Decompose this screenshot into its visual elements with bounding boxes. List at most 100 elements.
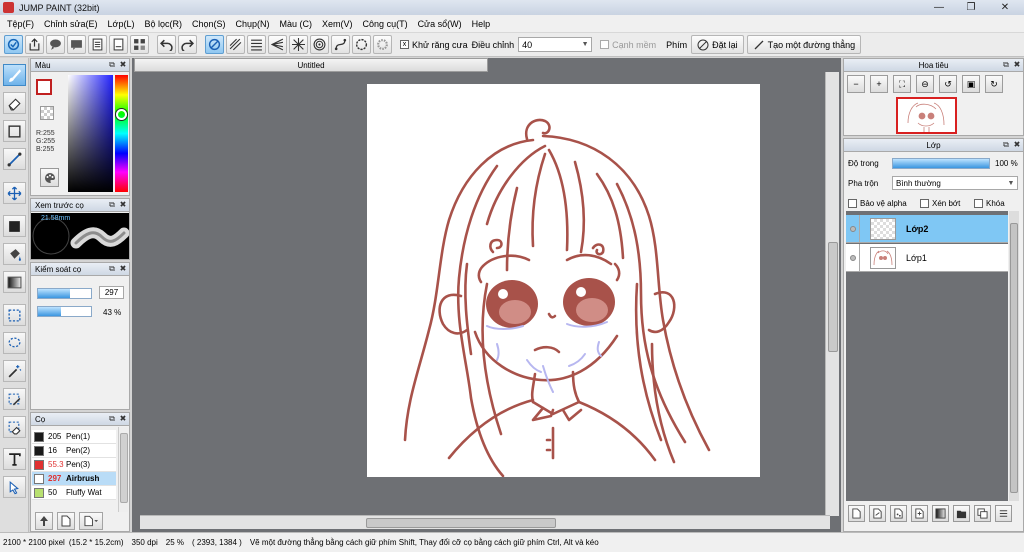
gear-ruler-icon[interactable] [373, 35, 392, 54]
menu-window[interactable]: Cửa sổ(W) [413, 19, 467, 29]
restore-button[interactable]: ❐ [958, 0, 984, 15]
move-tool-icon[interactable] [3, 182, 26, 204]
radial-lines-icon[interactable] [289, 35, 308, 54]
folder-icon[interactable] [953, 505, 970, 522]
visibility-toggle-icon[interactable] [846, 214, 860, 243]
protect-alpha-option[interactable]: Bảo vệ alpha [848, 199, 907, 208]
layers-scrollbar[interactable] [1009, 211, 1019, 501]
navigator-thumbnail[interactable] [896, 97, 957, 134]
artboard[interactable] [367, 84, 760, 477]
undo-icon[interactable] [157, 35, 176, 54]
brush-size-slider[interactable] [37, 288, 92, 299]
visibility-toggle-icon[interactable] [846, 243, 860, 272]
operation-tool-icon[interactable] [3, 476, 26, 498]
close-icon[interactable]: ✖ [118, 264, 128, 274]
menu-color[interactable]: Màu (C) [275, 19, 318, 29]
brush-mode-icon[interactable] [4, 35, 23, 54]
new-folder-icon[interactable] [911, 505, 928, 522]
brush-tool-icon[interactable] [3, 64, 26, 86]
menu-tools[interactable]: Công cụ(T) [358, 19, 413, 29]
saturation-value-picker[interactable] [68, 75, 113, 192]
new-halftone-layer-icon[interactable] [890, 505, 907, 522]
gradient-tool-icon[interactable] [3, 271, 26, 293]
magic-wand-tool-icon[interactable] [3, 360, 26, 382]
minimize-button[interactable]: — [926, 0, 952, 15]
circle-ruler-icon[interactable] [352, 35, 371, 54]
canvas-horizontal-scrollbar[interactable] [140, 515, 830, 529]
dock-icon[interactable]: ⧉ [1001, 140, 1011, 150]
blend-mode-select[interactable]: Bình thường ▼ [892, 176, 1018, 190]
select-pen-tool-icon[interactable] [3, 388, 26, 410]
clip-option[interactable]: Xén bớt [920, 199, 960, 208]
brush-add-button[interactable] [35, 512, 53, 530]
new-layer-icon[interactable] [848, 505, 865, 522]
menu-filter[interactable]: Bộ lọc(R) [139, 19, 187, 29]
layer-row-selected[interactable]: Lớp2 [846, 214, 1008, 243]
palette-button[interactable] [40, 168, 59, 187]
brush-opacity-slider[interactable] [37, 306, 92, 317]
layer-row[interactable]: Lớp1 [846, 243, 1008, 272]
canvas-horizontal-scroll-thumb[interactable] [366, 518, 556, 528]
rect-select-tool-icon[interactable] [3, 304, 26, 326]
parallel-ruler-icon[interactable] [226, 35, 245, 54]
new-vector-layer-icon[interactable] [869, 505, 886, 522]
tone-layer-icon[interactable] [932, 505, 949, 522]
export-icon[interactable] [25, 35, 44, 54]
line-tool-icon[interactable] [3, 148, 26, 170]
brush-item[interactable]: 50 Fluffy Wat [32, 486, 116, 500]
clip-checkbox[interactable] [920, 199, 929, 208]
menu-layer[interactable]: Lớp(L) [103, 19, 140, 29]
brush-item[interactable]: 55.3 Pen(3) [32, 458, 116, 472]
reset-rotation-icon[interactable]: ▣ [962, 75, 980, 93]
page-icon[interactable] [109, 35, 128, 54]
dock-icon[interactable]: ⧉ [1001, 60, 1011, 70]
menu-edit[interactable]: Chỉnh sửa(E) [39, 19, 103, 29]
layers-scroll-thumb[interactable] [1010, 223, 1018, 493]
close-icon[interactable]: ✖ [118, 60, 128, 70]
bucket-tool-icon[interactable] [3, 243, 26, 265]
horizontal-lines-icon[interactable] [247, 35, 266, 54]
layer-opacity-slider[interactable] [892, 158, 990, 169]
duplicate-layer-icon[interactable] [974, 505, 991, 522]
brush-menu-button[interactable] [79, 512, 103, 530]
concentric-icon[interactable] [310, 35, 329, 54]
foreground-color-swatch[interactable] [36, 79, 52, 95]
close-icon[interactable]: ✖ [118, 414, 128, 424]
perspective-icon[interactable] [268, 35, 287, 54]
close-icon[interactable]: ✖ [118, 200, 128, 210]
hue-slider[interactable] [115, 75, 128, 192]
rectangle-tool-icon[interactable] [3, 120, 26, 142]
canvas-vertical-scroll-thumb[interactable] [828, 242, 838, 352]
reset-button[interactable]: Đặt lại [691, 35, 744, 54]
lock-option[interactable]: Khóa [974, 199, 1005, 208]
lasso-tool-icon[interactable] [3, 332, 26, 354]
zoom-in-icon[interactable]: + [870, 75, 888, 93]
curve-ruler-icon[interactable] [331, 35, 350, 54]
menu-capture[interactable]: Chụp(N) [231, 19, 275, 29]
close-icon[interactable]: ✖ [1012, 140, 1022, 150]
lock-checkbox[interactable] [974, 199, 983, 208]
message-icon[interactable] [67, 35, 86, 54]
brush-item[interactable]: 16 Pen(2) [32, 444, 116, 458]
redo-icon[interactable] [178, 35, 197, 54]
soft-edge-checkbox[interactable] [600, 40, 610, 49]
comment-icon[interactable] [46, 35, 65, 54]
dock-icon[interactable]: ⧉ [107, 200, 117, 210]
rotate-right-icon[interactable]: ↻ [985, 75, 1003, 93]
fill-rect-tool-icon[interactable] [3, 215, 26, 237]
adjust-select[interactable]: 40 ▼ [518, 37, 593, 52]
zoom-actual-icon[interactable]: ⊖ [916, 75, 934, 93]
transparent-color-swatch[interactable] [40, 106, 54, 120]
close-button[interactable]: ✕ [990, 0, 1020, 15]
layer-menu-icon[interactable] [995, 505, 1012, 522]
brush-size-input[interactable]: 297 [99, 286, 124, 299]
menu-help[interactable]: Help [467, 19, 496, 29]
protect-alpha-checkbox[interactable] [848, 199, 857, 208]
document-icon[interactable] [88, 35, 107, 54]
dock-icon[interactable]: ⧉ [107, 414, 117, 424]
brush-item-selected[interactable]: 297 Airbrush [32, 472, 116, 486]
no-ruler-icon[interactable] [205, 35, 224, 54]
rotate-left-icon[interactable]: ↺ [939, 75, 957, 93]
dock-icon[interactable]: ⧉ [107, 60, 117, 70]
zoom-out-icon[interactable]: − [847, 75, 865, 93]
